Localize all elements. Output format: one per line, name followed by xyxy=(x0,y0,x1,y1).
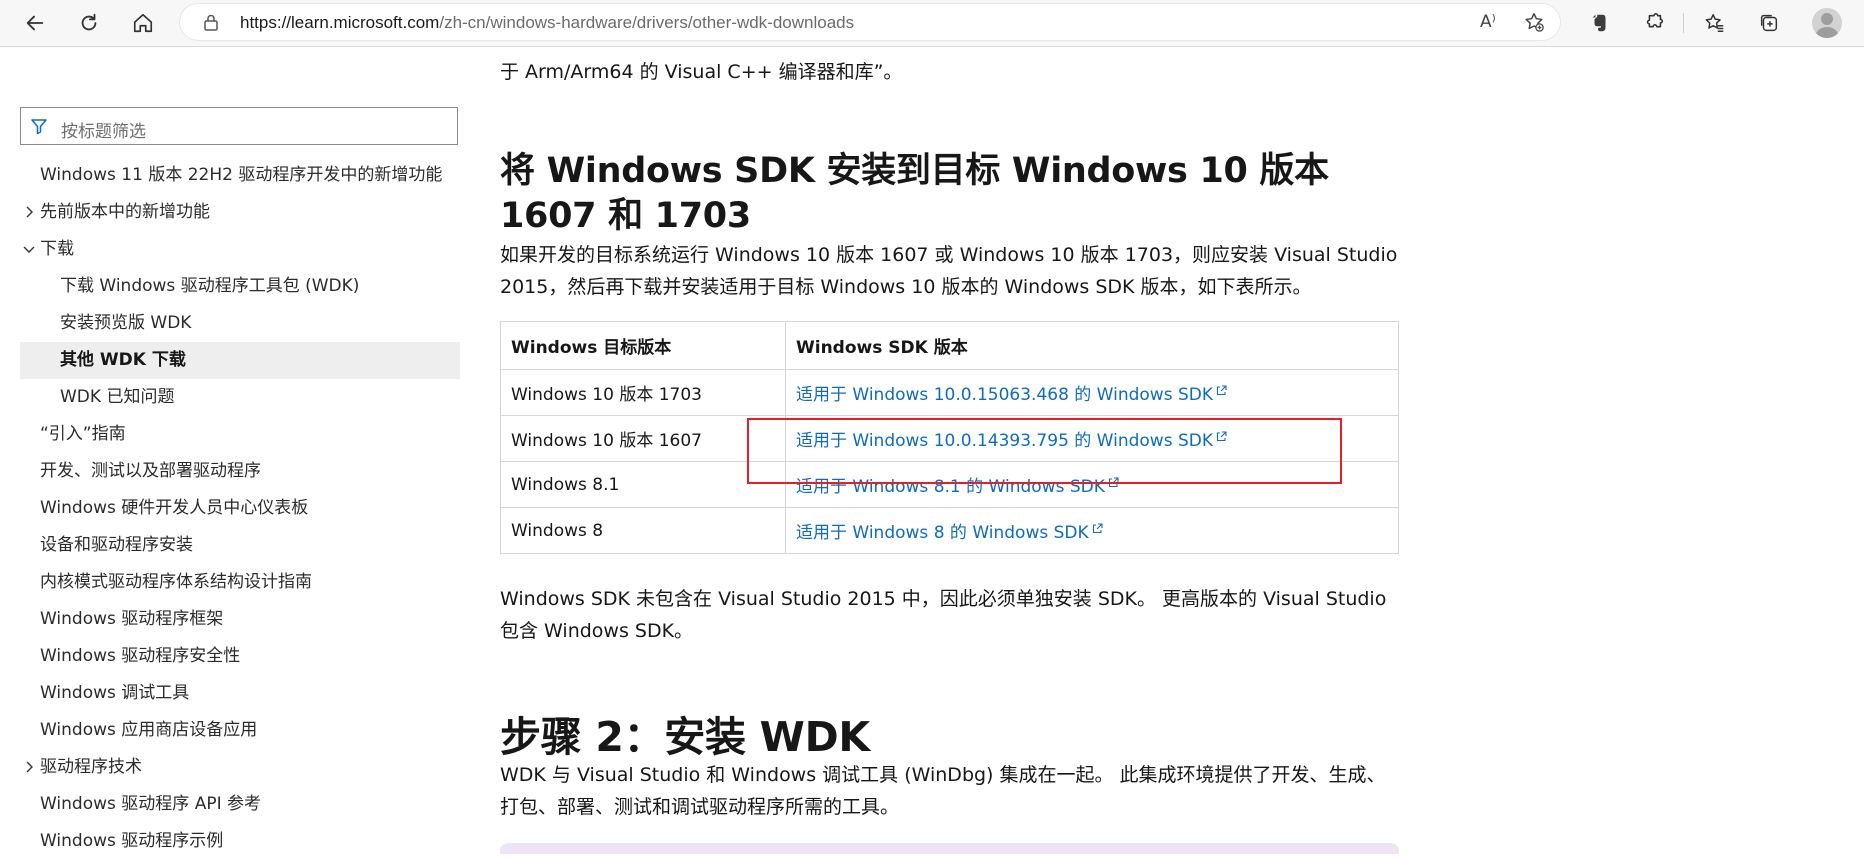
toc-item-other-wdk-downloads[interactable]: 其他 WDK 下载 xyxy=(20,342,460,379)
toc-item-hardware-dev-center[interactable]: Windows 硬件开发人员中心仪表板 xyxy=(20,490,460,527)
heading-install-sdk: 将 Windows SDK 安装到目标 Windows 10 版本 1607 和… xyxy=(500,151,1329,236)
toc-item-device-driver-install[interactable]: 设备和驱动程序安装 xyxy=(20,527,460,564)
sdk-link-8[interactable]: 适用于 Windows 8 的 Windows SDK xyxy=(796,523,1089,543)
top-line: 于 Arm/Arm64 的 Visual C++ 编译器和库”。 xyxy=(500,61,903,83)
table-header-target: Windows 目标版本 xyxy=(500,321,786,370)
home-button[interactable] xyxy=(128,8,158,38)
toc-item-store-device-apps[interactable]: Windows 应用商店设备应用 xyxy=(20,712,460,749)
toc-item-develop-test-deploy[interactable]: 开发、测试以及部署驱动程序 xyxy=(20,453,460,490)
read-aloud-icon[interactable]: A⁾ xyxy=(1480,12,1502,34)
table-row: Windows 10 版本 1703 适用于 Windows 10.0.1506… xyxy=(500,369,1399,416)
toc-item-driver-api-reference[interactable]: Windows 驱动程序 API 参考 xyxy=(20,786,460,823)
note-callout-edge xyxy=(500,843,1399,854)
collections-icon xyxy=(1760,14,1778,32)
highlight-box-annotation xyxy=(747,418,1342,484)
evernote-extension-button[interactable] xyxy=(1585,8,1615,38)
filter-by-title-input[interactable]: 按标题筛选 xyxy=(20,107,458,145)
toc-item-label: 下载 xyxy=(40,239,74,259)
extensions-button[interactable] xyxy=(1639,8,1669,38)
target-version-cell: Windows 8 xyxy=(500,507,786,554)
collections-button[interactable] xyxy=(1754,8,1784,38)
chevron-down-icon[interactable] xyxy=(23,243,35,255)
toc-item-driver-security[interactable]: Windows 驱动程序安全性 xyxy=(20,638,460,675)
toc-item-download-wdk[interactable]: 下载 Windows 驱动程序工具包 (WDK) xyxy=(20,268,460,305)
toc-item-driver-samples[interactable]: Windows 驱动程序示例 xyxy=(20,823,460,860)
favorites-icon xyxy=(1705,14,1724,32)
profile-avatar[interactable] xyxy=(1812,8,1842,38)
address-bar[interactable]: https://learn.microsoft.com/zh-cn/window… xyxy=(180,4,1560,40)
filter-icon xyxy=(31,119,47,135)
add-favorite-icon[interactable] xyxy=(1523,11,1545,33)
browser-toolbar: https://learn.microsoft.com/zh-cn/window… xyxy=(0,0,1864,47)
toc-item-whats-new-22h2[interactable]: Windows 11 版本 22H2 驱动程序开发中的新增功能 xyxy=(20,157,460,194)
lock-icon[interactable] xyxy=(202,13,220,31)
toc-item-previous-versions[interactable]: 先前版本中的新增功能 xyxy=(20,194,460,231)
refresh-icon xyxy=(81,13,97,31)
target-version-cell: Windows 8.1 xyxy=(500,461,786,508)
external-link-icon xyxy=(1092,523,1103,534)
toc-item-label: 驱动程序技术 xyxy=(40,757,142,777)
wdk-paragraph: WDK 与 Visual Studio 和 Windows 调试工具 (WinD… xyxy=(500,764,1386,818)
favorites-button[interactable] xyxy=(1700,8,1730,38)
table-row: Windows 8 适用于 Windows 8 的 Windows SDK xyxy=(500,507,1399,554)
back-button[interactable] xyxy=(20,8,50,38)
external-link-icon xyxy=(1216,385,1227,396)
intro-paragraph: 如果开发的目标系统运行 Windows 10 版本 1607 或 Windows… xyxy=(500,244,1398,298)
puzzle-icon xyxy=(1646,13,1664,28)
toc-item-download[interactable]: 下载 xyxy=(20,231,460,268)
toc-item-wdk-known-issues[interactable]: WDK 已知问题 xyxy=(20,379,460,416)
toc-item-kernel-mode-architecture[interactable]: 内核模式驱动程序体系结构设计指南 xyxy=(20,564,460,601)
target-version-cell: Windows 10 版本 1703 xyxy=(500,369,786,416)
toc-item-driver-frameworks[interactable]: Windows 驱动程序框架 xyxy=(20,601,460,638)
toc-item-bring-up-guide[interactable]: “引入”指南 xyxy=(20,416,460,453)
table-header-row: Windows 目标版本 Windows SDK 版本 xyxy=(500,321,1399,370)
home-icon xyxy=(133,13,153,33)
sdk-link-cell: 适用于 Windows 10.0.15063.468 的 Windows SDK xyxy=(785,369,1399,416)
heading-step-2: 步骤 2：安装 WDK xyxy=(500,713,870,761)
url-host: https://learn.microsoft.com xyxy=(240,13,440,32)
toc-item-debugging-tools[interactable]: Windows 调试工具 xyxy=(20,675,460,712)
sdk-link-15063[interactable]: 适用于 Windows 10.0.15063.468 的 Windows SDK xyxy=(796,385,1213,405)
sdk-link-cell: 适用于 Windows 8 的 Windows SDK xyxy=(785,507,1399,554)
filter-placeholder: 按标题筛选 xyxy=(61,122,146,142)
sdk-note-paragraph: Windows SDK 未包含在 Visual Studio 2015 中，因此… xyxy=(500,588,1387,642)
toc-item-driver-technologies[interactable]: 驱动程序技术 xyxy=(20,749,460,786)
back-arrow-icon xyxy=(26,15,44,31)
url-path: /zh-cn/windows-hardware/drivers/other-wd… xyxy=(439,13,855,32)
chevron-right-icon[interactable] xyxy=(23,761,35,773)
toc-item-install-preview-wdk[interactable]: 安装预览版 WDK xyxy=(20,305,460,342)
chevron-right-icon[interactable] xyxy=(23,206,35,218)
target-version-cell: Windows 10 版本 1607 xyxy=(500,415,786,462)
table-header-sdk: Windows SDK 版本 xyxy=(785,321,1399,370)
url-text[interactable]: https://learn.microsoft.com/zh-cn/window… xyxy=(240,13,854,33)
toolbar-separator xyxy=(1683,13,1684,33)
refresh-button[interactable] xyxy=(74,8,104,38)
toc-nav: Windows 11 版本 22H2 驱动程序开发中的新增功能 先前版本中的新增… xyxy=(20,157,460,860)
toc-item-label: 先前版本中的新增功能 xyxy=(40,202,210,222)
evernote-icon xyxy=(1592,14,1606,32)
